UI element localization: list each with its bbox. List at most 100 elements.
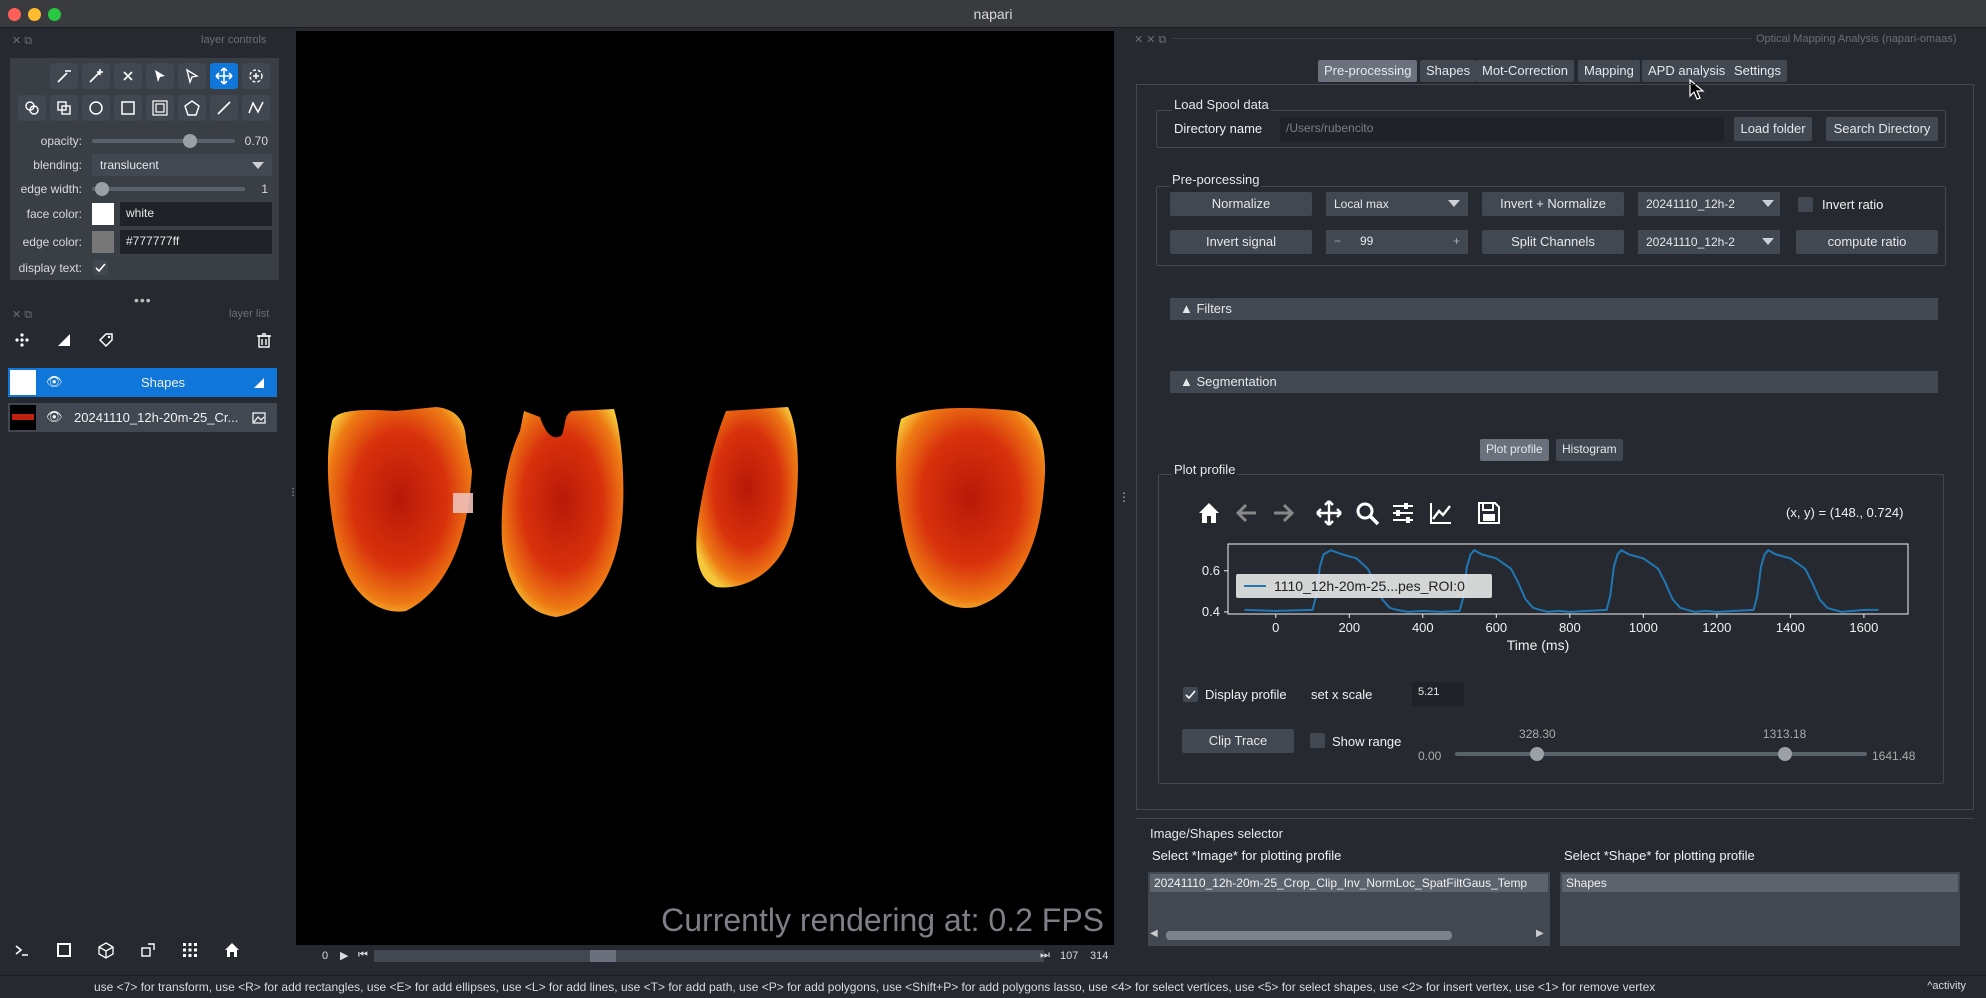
step-back-icon[interactable]: ⏮: [358, 949, 368, 962]
ellipse-tool[interactable]: [82, 95, 110, 121]
new-shapes-layer-button[interactable]: [50, 327, 78, 353]
path-tool[interactable]: [242, 95, 270, 121]
subtab-histogram[interactable]: Histogram: [1556, 439, 1623, 461]
layer-row-shapes[interactable]: 👁 Shapes: [8, 368, 277, 397]
pan-icon[interactable]: [1316, 500, 1342, 526]
tab-apd-analysis[interactable]: APD analysis: [1642, 60, 1732, 82]
activity-button[interactable]: ^activity: [1927, 980, 1966, 992]
line-tool[interactable]: [210, 95, 238, 121]
spinbox[interactable]: − 99 +: [1326, 230, 1468, 254]
viewer-canvas[interactable]: Currently rendering at: 0.2 FPS: [296, 31, 1114, 945]
play-icon[interactable]: ▶: [340, 949, 348, 962]
tab-mot-correction[interactable]: Mot-Correction: [1476, 60, 1574, 82]
eye-icon[interactable]: 👁: [46, 409, 63, 425]
dock-splitter-handle[interactable]: •••: [134, 292, 152, 308]
x-scale-input[interactable]: 5.21: [1412, 682, 1464, 706]
invert-ratio-checkbox[interactable]: [1798, 197, 1813, 212]
load-folder-button[interactable]: Load folder: [1734, 117, 1812, 141]
zoom-icon[interactable]: [1354, 500, 1380, 526]
console-button[interactable]: [8, 937, 36, 963]
tab-settings[interactable]: Settings: [1728, 60, 1787, 82]
subtab-plot-profile[interactable]: Plot profile: [1480, 439, 1549, 461]
clip-trace-button[interactable]: Clip Trace: [1182, 729, 1294, 753]
pan-zoom-tool[interactable]: [242, 63, 270, 89]
image-select-2[interactable]: 20241110_12h-2: [1638, 230, 1780, 254]
configure-subplots-icon[interactable]: [1390, 500, 1416, 526]
invert-signal-button[interactable]: Invert signal: [1170, 230, 1312, 254]
edge-color-input[interactable]: #777777ff: [120, 230, 272, 254]
move-front-tool[interactable]: [18, 95, 46, 121]
edge-width-slider[interactable]: [92, 187, 245, 191]
directory-input[interactable]: /Users/rubencito: [1280, 117, 1724, 141]
opacity-slider[interactable]: [92, 139, 235, 143]
transform-tool[interactable]: [210, 63, 238, 89]
tab-mapping[interactable]: Mapping: [1578, 60, 1640, 82]
normalize-method-select[interactable]: Local max: [1326, 192, 1468, 216]
reset-view-button[interactable]: [218, 937, 246, 963]
image-listbox[interactable]: 20241110_12h-20m-25_Crop_Clip_Inv_NormLo…: [1148, 872, 1550, 946]
layer-list-float-icon[interactable]: ✕ ⧉: [12, 308, 32, 322]
shape-list-item[interactable]: Shapes: [1562, 874, 1958, 892]
search-directory-button[interactable]: Search Directory: [1826, 117, 1938, 141]
range-high-handle[interactable]: [1777, 747, 1792, 761]
image-list-item[interactable]: 20241110_12h-20m-25_Crop_Clip_Inv_NormLo…: [1150, 874, 1548, 892]
back-arrow-icon[interactable]: [1234, 500, 1260, 526]
frame-slider[interactable]: [374, 950, 1044, 962]
insert-vertex-tool[interactable]: [82, 63, 110, 89]
display-profile-checkbox[interactable]: [1183, 687, 1198, 702]
scroll-left-icon[interactable]: ◀: [1150, 928, 1158, 939]
show-range-checkbox[interactable]: [1310, 733, 1325, 748]
select-shapes-tool[interactable]: [146, 63, 174, 89]
forward-arrow-icon[interactable]: [1270, 500, 1296, 526]
rectangle-tool[interactable]: [114, 95, 142, 121]
home-icon[interactable]: [1196, 500, 1222, 526]
edit-axes-icon[interactable]: [1428, 500, 1454, 526]
dock-resize-handle[interactable]: ⋮: [288, 488, 298, 504]
rectangle-select-tool[interactable]: [146, 95, 174, 121]
transpose-button[interactable]: [134, 937, 162, 963]
step-forward-icon[interactable]: ⏭: [1040, 949, 1050, 962]
range-slider[interactable]: [1455, 752, 1867, 756]
profile-chart[interactable]: 0 200 400 600 800 1000 1200 1400 1600 0.4 0.6 Time …: [1170, 536, 1930, 662]
horizontal-scrollbar[interactable]: [1166, 931, 1452, 940]
scroll-right-icon[interactable]: ▶: [1536, 928, 1544, 939]
save-icon[interactable]: [1476, 500, 1502, 526]
new-labels-layer-button[interactable]: [92, 327, 120, 353]
split-channels-button[interactable]: Split Channels: [1482, 230, 1624, 254]
filters-section-toggle[interactable]: ▲ Filters: [1170, 298, 1938, 320]
spin-plus-button[interactable]: +: [1453, 234, 1460, 248]
polygon-tool[interactable]: [178, 95, 206, 121]
face-color-swatch[interactable]: [92, 203, 114, 225]
move-back-tool[interactable]: [50, 95, 78, 121]
opacity-slider-handle[interactable]: [183, 134, 197, 148]
display-text-checkbox[interactable]: [93, 260, 108, 275]
grid-button[interactable]: [176, 937, 204, 963]
layer-row-image[interactable]: 👁 20241110_12h-20m-25_Cr...: [8, 403, 277, 432]
delete-shape-tool[interactable]: [114, 63, 142, 89]
segmentation-section-toggle[interactable]: ▲ Segmentation: [1170, 371, 1938, 393]
arrow-select-icon: [155, 70, 165, 82]
image-select-1[interactable]: 20241110_12h-2: [1638, 192, 1780, 216]
frame-slider-handle[interactable]: [590, 950, 616, 962]
tab-pre-processing[interactable]: Pre-processing: [1318, 60, 1418, 82]
edge-color-swatch[interactable]: [92, 231, 114, 253]
dock-float-icon[interactable]: ✕ ⧉: [12, 34, 32, 48]
tab-shapes[interactable]: Shapes: [1420, 60, 1477, 82]
normalize-button[interactable]: Normalize: [1170, 192, 1312, 216]
shape-listbox[interactable]: Shapes: [1560, 872, 1960, 946]
roll-dims-button[interactable]: [92, 937, 120, 963]
right-dock-resize-handle[interactable]: ⋮: [1118, 490, 1130, 504]
new-points-layer-button[interactable]: [8, 327, 36, 353]
compute-ratio-button[interactable]: compute ratio: [1796, 230, 1938, 254]
face-color-input[interactable]: white: [120, 202, 272, 226]
remove-vertex-tool[interactable]: [50, 63, 78, 89]
blending-select[interactable]: translucent: [92, 154, 272, 176]
edge-width-slider-handle[interactable]: [95, 182, 109, 196]
right-dock-float-icon[interactable]: ✕ ✕ ⧉: [1134, 33, 1166, 47]
invert-normalize-button[interactable]: Invert + Normalize: [1482, 192, 1624, 216]
delete-layer-button[interactable]: [250, 327, 278, 353]
direct-select-tool[interactable]: [178, 63, 206, 89]
eye-icon[interactable]: 👁: [46, 374, 63, 390]
toggle-ndisplay-button[interactable]: [50, 937, 78, 963]
spin-minus-button[interactable]: −: [1334, 234, 1341, 248]
